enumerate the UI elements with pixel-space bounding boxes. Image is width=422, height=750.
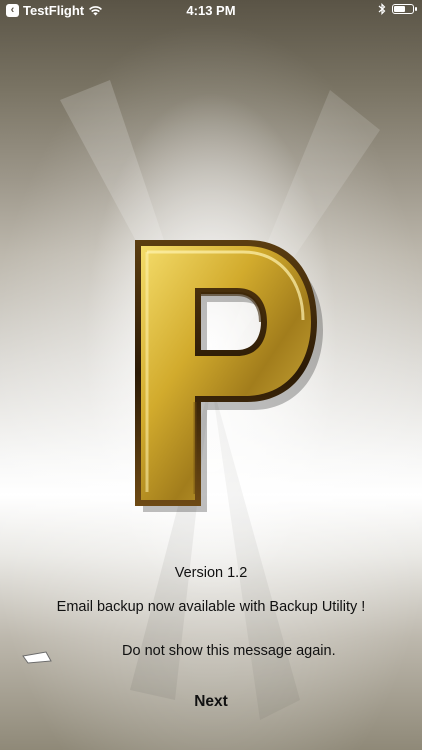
- status-bar: ‹ TestFlight 4:13 PM: [0, 0, 422, 22]
- battery-icon: [392, 4, 417, 14]
- version-label: Version 1.2: [174, 565, 248, 581]
- checkbox-icon[interactable]: [22, 650, 52, 664]
- status-time: 4:13 PM: [186, 3, 236, 18]
- do-not-show-again-row[interactable]: Do not show this message again.: [18, 640, 418, 664]
- next-button[interactable]: Next: [161, 688, 261, 716]
- app-logo-p: [135, 240, 323, 512]
- announcement-message: Email backup now available with Backup U…: [56, 599, 366, 615]
- bluetooth-icon: [378, 3, 386, 15]
- checkbox-label: Do not show this message again.: [122, 643, 336, 659]
